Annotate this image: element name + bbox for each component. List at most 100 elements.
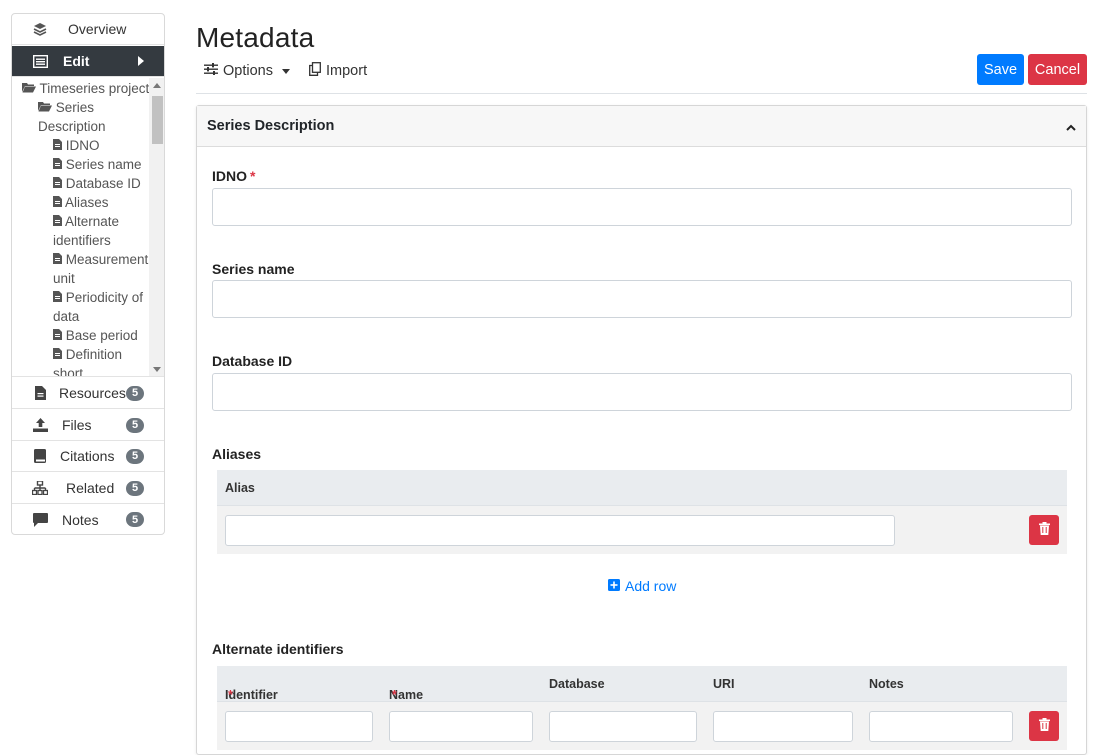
sidebar-item-resources[interactable]: Resources 5 bbox=[12, 378, 164, 409]
count-badge: 5 bbox=[126, 448, 144, 464]
tree-node-aliases[interactable]: Aliases bbox=[53, 193, 109, 212]
trash-icon bbox=[1038, 522, 1050, 538]
file-icon bbox=[53, 157, 62, 172]
scroll-thumb[interactable] bbox=[152, 96, 163, 144]
cancel-button[interactable]: Cancel bbox=[1028, 54, 1087, 85]
tree-node-base-period[interactable]: Base period bbox=[53, 326, 138, 345]
tree-node-label: identifiers bbox=[53, 233, 111, 248]
column-header-notes: Notes bbox=[869, 677, 904, 691]
delete-row-button[interactable] bbox=[1029, 515, 1059, 545]
sidebar-item-citations[interactable]: Citations 5 bbox=[12, 441, 164, 472]
sidebar-item-label: Edit bbox=[63, 53, 90, 69]
file-icon bbox=[53, 138, 62, 153]
column-header-alias: Alias bbox=[225, 481, 255, 495]
page-title: Metadata bbox=[196, 22, 315, 53]
aliases-table-header: Alias bbox=[217, 470, 1067, 506]
tree-node-alternate-identifiers[interactable]: Alternate bbox=[53, 212, 119, 231]
scroll-down-icon[interactable] bbox=[153, 367, 161, 372]
database-id-label: Database ID bbox=[212, 353, 293, 369]
table-row bbox=[217, 506, 1067, 554]
folder-open-icon bbox=[38, 100, 56, 115]
aliases-label: Aliases bbox=[212, 446, 262, 462]
tree-node-project[interactable]: Timeseries project bbox=[22, 79, 149, 98]
options-dropdown[interactable]: Options bbox=[204, 60, 290, 82]
tree-scrollbar[interactable] bbox=[149, 78, 164, 376]
required-mark: * bbox=[392, 688, 397, 702]
notes-input[interactable] bbox=[869, 711, 1013, 742]
sidebar: Overview Edit Timeseries project Series … bbox=[11, 13, 165, 535]
folder-open-icon bbox=[22, 81, 40, 96]
sidebar-item-label: Files bbox=[62, 417, 92, 433]
count-badge: 5 bbox=[126, 512, 144, 527]
tree-node-series-name[interactable]: Series name bbox=[53, 155, 142, 174]
trash-icon bbox=[1038, 718, 1050, 734]
series-name-label: Series name bbox=[212, 261, 295, 277]
idno-input[interactable] bbox=[212, 188, 1072, 226]
chevron-up-icon[interactable] bbox=[1066, 120, 1076, 136]
divider bbox=[196, 93, 1087, 94]
sidebar-item-label: Citations bbox=[60, 448, 115, 464]
save-button[interactable]: Save bbox=[977, 54, 1024, 85]
alternate-identifiers-label: Alternate identifiers bbox=[212, 641, 344, 657]
required-mark: * bbox=[228, 688, 233, 702]
tree-node-definition-short[interactable]: Definition bbox=[53, 345, 122, 364]
table-row bbox=[217, 702, 1067, 750]
alias-input[interactable] bbox=[225, 515, 895, 546]
tree-node-label: short bbox=[53, 366, 84, 377]
list-icon bbox=[12, 54, 68, 68]
uri-input[interactable] bbox=[713, 711, 853, 742]
alt-ids-table-header: Identifier * Name * Database URI Notes bbox=[217, 666, 1067, 702]
layers-icon bbox=[12, 22, 68, 36]
tree-view[interactable]: Timeseries project Series Description ID… bbox=[12, 78, 164, 377]
delete-row-button[interactable] bbox=[1029, 711, 1059, 741]
sliders-icon bbox=[204, 63, 218, 79]
file-icon bbox=[53, 328, 62, 343]
file-icon bbox=[53, 214, 62, 229]
tree-node-label: unit bbox=[53, 271, 75, 286]
file-icon bbox=[53, 176, 62, 191]
tree-node-idno[interactable]: IDNO bbox=[53, 136, 100, 155]
column-header-uri: URI bbox=[713, 677, 735, 691]
file-icon bbox=[53, 290, 62, 305]
sidebar-item-label: Overview bbox=[68, 21, 127, 37]
tree-node-series-description[interactable]: Series bbox=[38, 98, 94, 117]
file-icon bbox=[53, 347, 62, 362]
tree-node-measurement-unit[interactable]: Measurement bbox=[53, 250, 148, 269]
sidebar-item-overview[interactable]: Overview bbox=[12, 14, 164, 45]
name-input[interactable] bbox=[389, 711, 533, 742]
scroll-up-icon[interactable] bbox=[153, 83, 161, 88]
upload-icon bbox=[12, 418, 68, 432]
tree-node-label: data bbox=[53, 309, 80, 324]
tree-node-database-id[interactable]: Database ID bbox=[53, 174, 141, 193]
tree-node-periodicity[interactable]: Periodicity of bbox=[53, 288, 143, 307]
identifier-input[interactable] bbox=[225, 711, 373, 742]
sidebar-item-related[interactable]: Related 5 bbox=[12, 473, 164, 504]
caret-down-icon bbox=[281, 68, 290, 74]
add-row-button[interactable]: Add row bbox=[608, 578, 676, 594]
database-input[interactable] bbox=[549, 711, 697, 742]
count-badge: 5 bbox=[126, 417, 144, 433]
sidebar-item-notes[interactable]: Notes 5 bbox=[12, 504, 164, 534]
caret-right-icon bbox=[138, 56, 144, 66]
series-description-card: Series Description IDNO * Series name Dat… bbox=[196, 105, 1087, 755]
comment-icon bbox=[12, 512, 68, 527]
file-icon bbox=[53, 195, 62, 210]
sidebar-item-edit[interactable]: Edit bbox=[12, 46, 164, 77]
copy-icon bbox=[309, 62, 321, 80]
database-id-input[interactable] bbox=[212, 373, 1072, 411]
count-badge: 5 bbox=[126, 480, 144, 496]
series-name-input[interactable] bbox=[212, 280, 1072, 318]
section-title: Series Description bbox=[207, 118, 335, 134]
sidebar-item-label: Related bbox=[66, 480, 115, 496]
count-badge: 5 bbox=[126, 385, 144, 401]
required-mark: * bbox=[250, 168, 256, 184]
sidebar-item-label: Resources bbox=[59, 385, 126, 401]
file-icon bbox=[53, 252, 62, 267]
sidebar-item-files[interactable]: Files 5 bbox=[12, 410, 164, 441]
sitemap-icon bbox=[12, 481, 68, 495]
import-button[interactable]: Import bbox=[309, 60, 367, 82]
card-header[interactable]: Series Description bbox=[197, 106, 1086, 147]
column-header-database: Database bbox=[549, 677, 605, 691]
tree-node-label: Description bbox=[38, 119, 106, 134]
idno-label: IDNO * bbox=[212, 168, 256, 184]
